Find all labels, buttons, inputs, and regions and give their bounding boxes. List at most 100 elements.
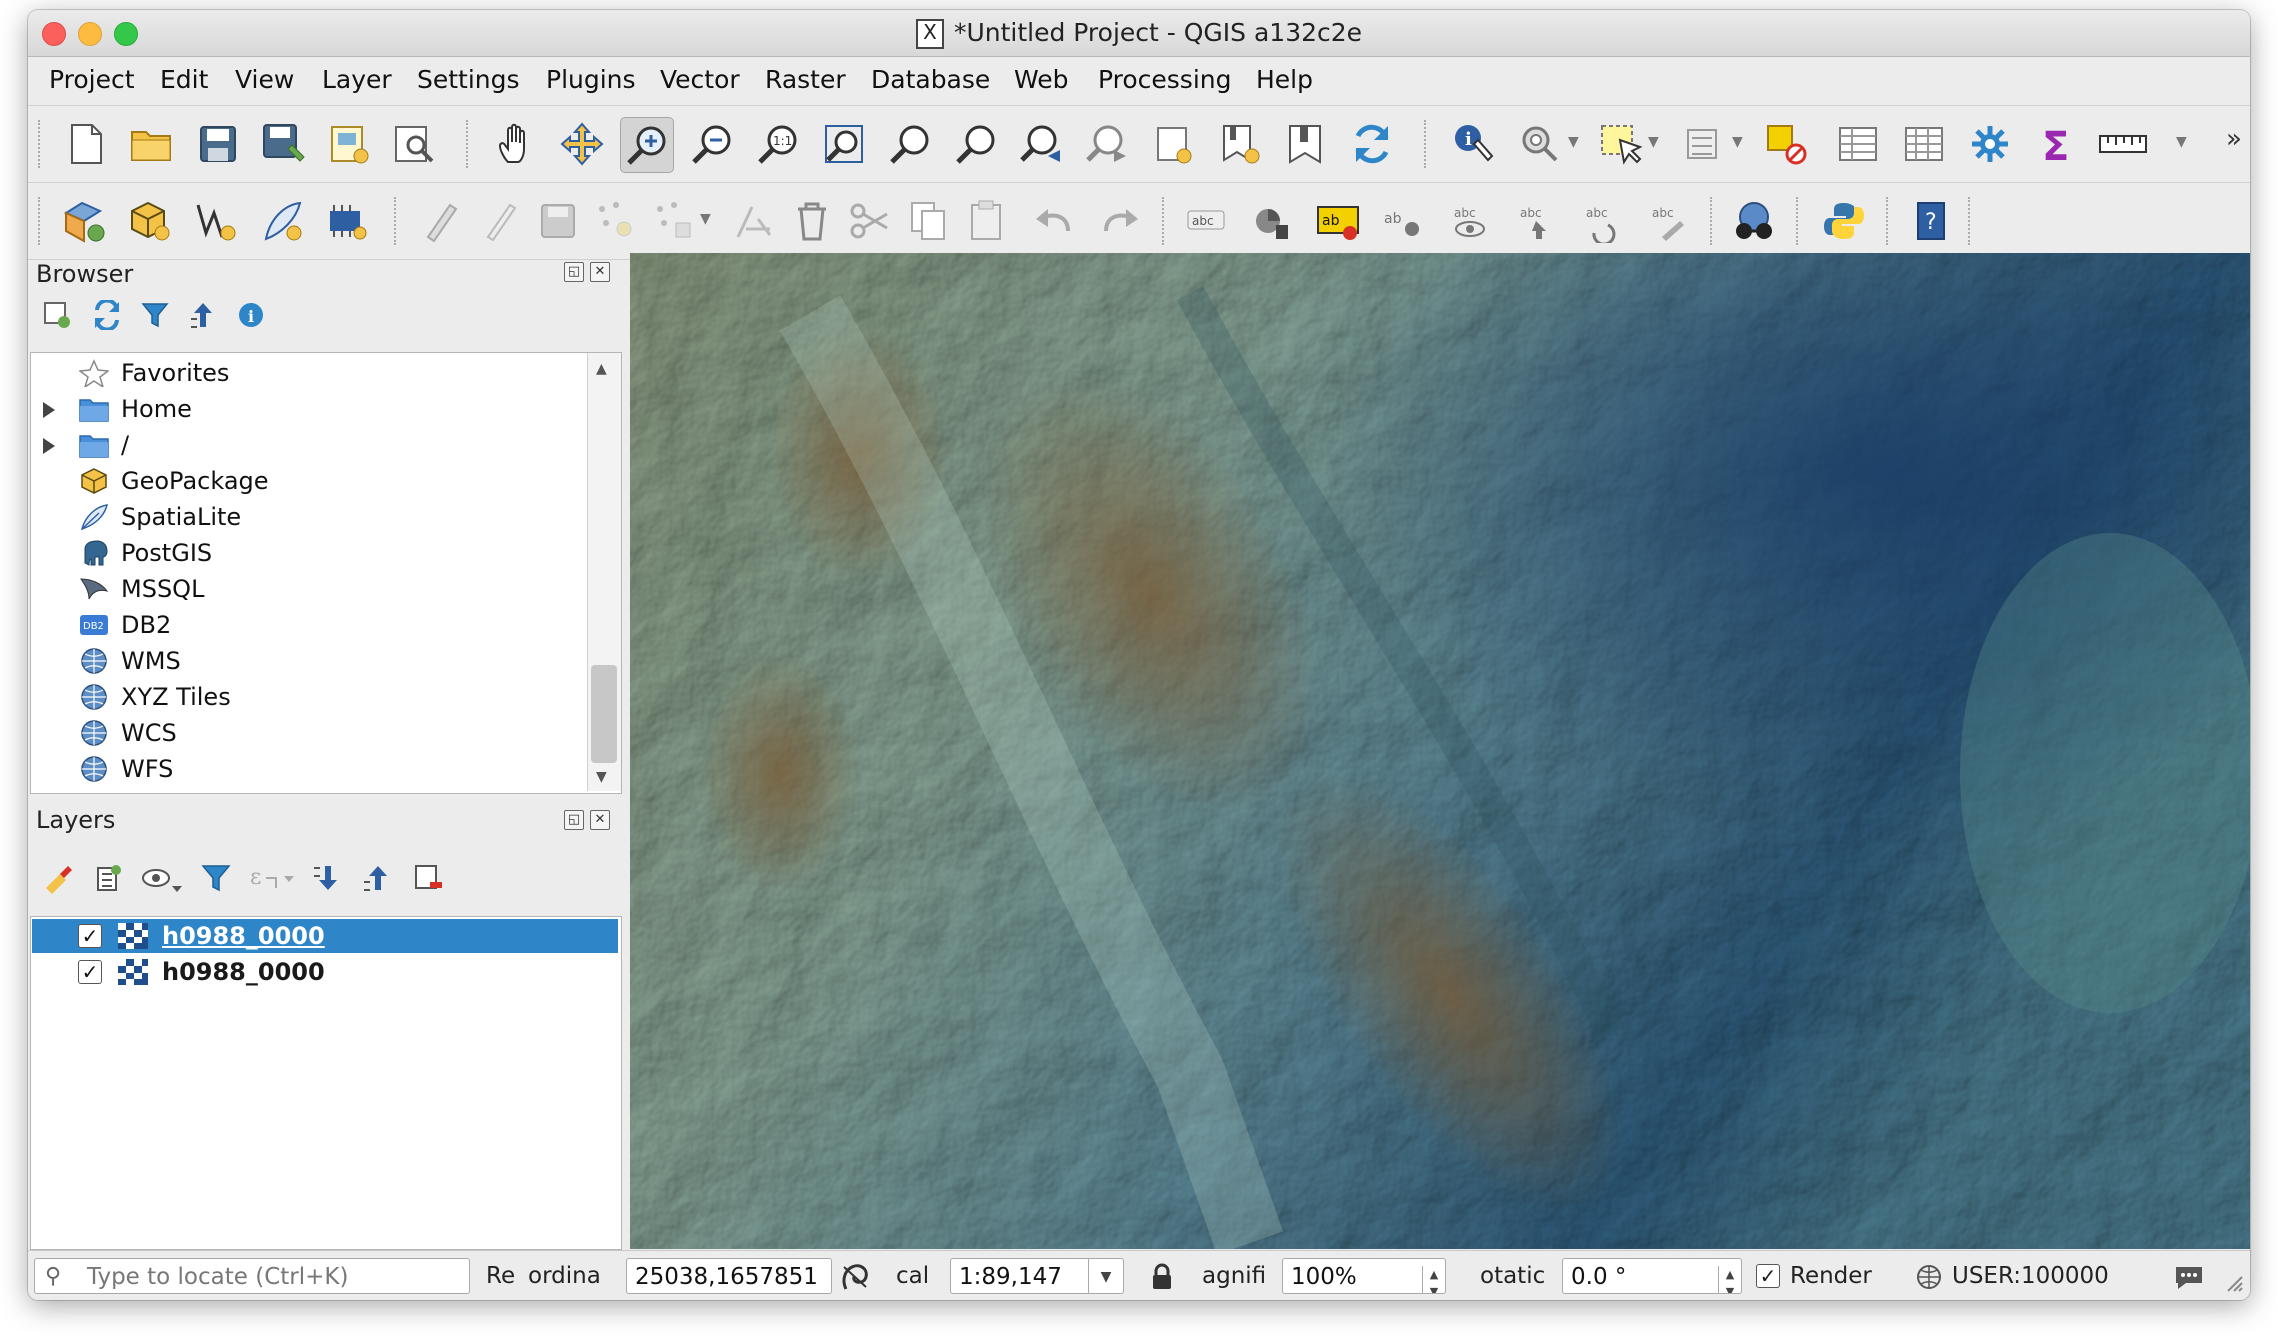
browser-item-wfs[interactable]: WFS — [31, 751, 581, 787]
toolbar-grip[interactable] — [1968, 197, 1974, 245]
toolbar-grip[interactable] — [1796, 197, 1802, 245]
attribute-table-icon[interactable] — [1832, 117, 1884, 171]
collapse-all-icon[interactable] — [188, 300, 218, 330]
pin-labels-icon[interactable]: ab — [1378, 194, 1430, 248]
refresh-icon[interactable] — [1346, 117, 1398, 171]
change-label-icon[interactable]: abc — [1642, 194, 1694, 248]
vertex-tool-icon[interactable] — [648, 194, 700, 248]
identify-features-icon[interactable]: i — [1448, 117, 1500, 171]
zoom-out-icon[interactable] — [686, 117, 738, 171]
browser-item-xyz-tiles[interactable]: XYZ Tiles — [31, 679, 581, 715]
render-checkbox[interactable]: ✓ — [1756, 1264, 1780, 1288]
menu-plugins[interactable]: Plugins — [546, 65, 636, 94]
save-project-icon[interactable] — [192, 117, 244, 171]
redo-icon[interactable] — [1094, 194, 1146, 248]
toolbar-grip[interactable] — [38, 197, 44, 245]
pan-to-selection-icon[interactable] — [556, 117, 608, 171]
scroll-up-icon[interactable]: ▲ — [596, 361, 607, 377]
python-console-icon[interactable] — [1818, 194, 1870, 248]
layer-visibility-checkbox[interactable]: ✓ — [78, 924, 102, 948]
undo-icon[interactable] — [1028, 194, 1080, 248]
copy-features-icon[interactable] — [902, 194, 954, 248]
zoom-next-icon[interactable] — [1082, 117, 1134, 171]
deselect-features-icon[interactable] — [1760, 117, 1812, 171]
menu-edit[interactable]: Edit — [160, 65, 208, 94]
menu-layer[interactable]: Layer — [322, 65, 392, 94]
remove-layer-icon[interactable] — [412, 862, 444, 894]
new-project-icon[interactable] — [60, 117, 112, 171]
zoom-full-icon[interactable] — [818, 117, 870, 171]
new-virtual-layer-icon[interactable] — [320, 194, 372, 248]
data-source-manager-icon[interactable] — [58, 194, 110, 248]
info-icon[interactable]: i — [236, 300, 266, 330]
new-map-view-icon[interactable] — [1148, 117, 1200, 171]
close-panel-button[interactable]: ✕ — [590, 810, 610, 830]
zoom-to-layer-icon[interactable] — [950, 117, 1002, 171]
zoom-native-resolution-icon[interactable]: 1:1 — [752, 117, 804, 171]
browser-item-wms[interactable]: WMS — [31, 643, 581, 679]
pan-map-icon[interactable] — [490, 117, 542, 171]
delete-selected-icon[interactable] — [786, 194, 838, 248]
collapse-all-icon[interactable] — [362, 862, 394, 894]
browser-scrollbar[interactable]: ▲ ▼ — [587, 353, 621, 791]
select-features-icon[interactable] — [1594, 117, 1646, 171]
browser-item-favorites[interactable]: Favorites — [31, 355, 581, 391]
crs-status[interactable]: USER:100000 — [1952, 1258, 2122, 1294]
chevron-down-icon[interactable]: ▼ — [2176, 134, 2187, 150]
measure-line-icon[interactable] — [2098, 117, 2150, 171]
add-feature-icon[interactable] — [590, 194, 642, 248]
scroll-down-icon[interactable]: ▼ — [596, 769, 607, 785]
menu-vector[interactable]: Vector — [660, 65, 740, 94]
modify-attributes-icon[interactable] — [728, 194, 780, 248]
move-label-icon[interactable]: abc — [1510, 194, 1562, 248]
statistical-summary-icon[interactable]: Σ — [2030, 117, 2082, 171]
coordinate-field[interactable]: 25038,1657851 — [626, 1258, 832, 1294]
scale-combobox[interactable]: 1:89,147 ▼ — [950, 1258, 1124, 1294]
field-calculator-icon[interactable] — [1898, 117, 1950, 171]
add-group-icon[interactable] — [92, 862, 124, 894]
toggle-extents-icon[interactable] — [840, 1263, 870, 1291]
float-panel-button[interactable]: ◱ — [564, 262, 584, 282]
show-hide-labels-icon[interactable]: abc — [1444, 194, 1496, 248]
menu-help[interactable]: Help — [1256, 65, 1313, 94]
browser-item-postgis[interactable]: PostGIS — [31, 535, 581, 571]
zoom-last-icon[interactable] — [1016, 117, 1068, 171]
filter-legend-icon[interactable] — [200, 862, 232, 894]
expand-arrow-icon[interactable] — [43, 438, 55, 454]
messages-icon[interactable] — [2172, 1261, 2206, 1291]
toolbar-grip[interactable] — [1424, 120, 1430, 168]
save-edits-icon[interactable] — [532, 194, 584, 248]
show-bookmarks-icon[interactable] — [1280, 117, 1332, 171]
new-print-layout-icon[interactable] — [324, 117, 376, 171]
browser-item-root[interactable]: / — [31, 427, 581, 463]
new-shapefile-layer-icon[interactable] — [190, 194, 242, 248]
save-as-icon[interactable] — [258, 117, 310, 171]
menu-processing[interactable]: Processing — [1098, 65, 1232, 94]
refresh-icon[interactable] — [92, 298, 122, 332]
rotate-label-icon[interactable]: abc — [1576, 194, 1628, 248]
select-by-value-icon[interactable] — [1678, 117, 1730, 171]
toolbar-overflow-icon[interactable]: » — [2226, 124, 2242, 154]
chevron-down-icon[interactable]: ▼ — [1732, 134, 1743, 150]
menu-web[interactable]: Web — [1014, 65, 1069, 94]
toolbar-grip[interactable] — [394, 197, 400, 245]
new-geopackage-layer-icon[interactable] — [124, 194, 176, 248]
expand-arrow-icon[interactable] — [43, 402, 55, 418]
metasearch-icon[interactable] — [1728, 194, 1780, 248]
menu-view[interactable]: View — [235, 65, 294, 94]
cut-features-icon[interactable] — [844, 194, 896, 248]
menu-raster[interactable]: Raster — [765, 65, 846, 94]
help-contents-icon[interactable]: ? — [1906, 194, 1958, 248]
open-project-icon[interactable] — [126, 117, 178, 171]
new-spatialite-layer-icon[interactable] — [256, 194, 308, 248]
new-bookmark-icon[interactable] — [1214, 117, 1266, 171]
locator-search-input[interactable]: ⚲ Type to locate (Ctrl+K) — [34, 1258, 470, 1294]
layer-item[interactable]: ✓ h0988_0000 — [32, 919, 618, 953]
menu-project[interactable]: Project — [49, 65, 135, 94]
style-manager-icon[interactable] — [42, 862, 74, 894]
toolbar-grip[interactable] — [1162, 197, 1168, 245]
manage-visibility-icon[interactable] — [140, 862, 184, 894]
float-panel-button[interactable]: ◱ — [564, 810, 584, 830]
toolbar-grip[interactable] — [1886, 197, 1892, 245]
add-selected-layers-icon[interactable] — [42, 300, 72, 330]
